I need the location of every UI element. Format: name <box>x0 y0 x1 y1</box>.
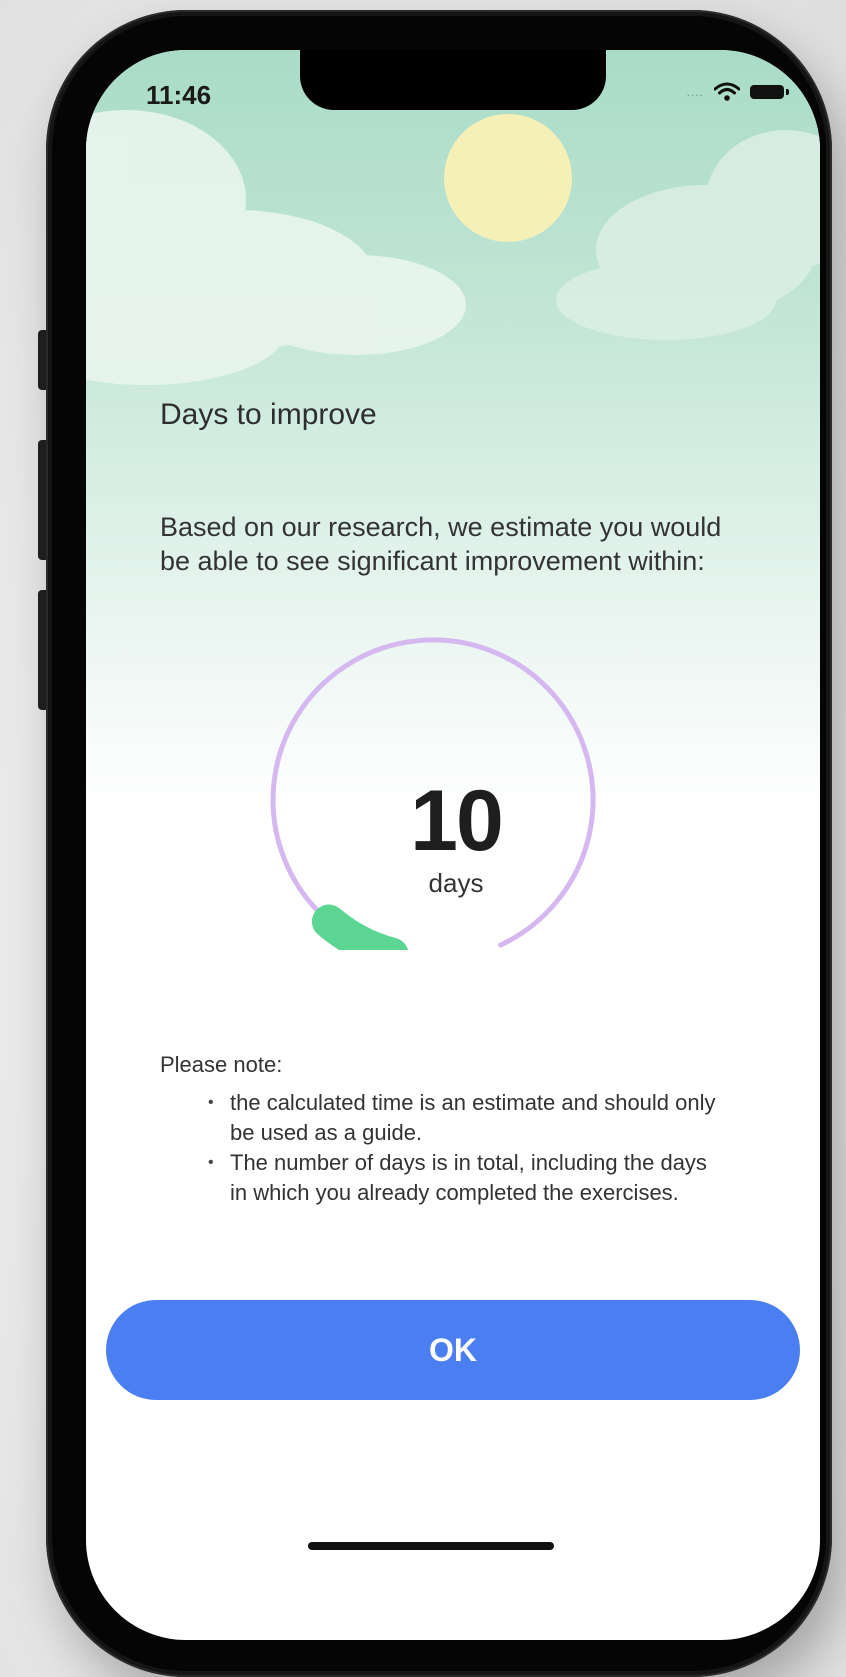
note-item: the calculated time is an estimate and s… <box>206 1088 726 1148</box>
volume-down-button <box>38 590 46 710</box>
notes-list: the calculated time is an estimate and s… <box>206 1088 726 1208</box>
days-unit: days <box>428 868 484 898</box>
note-item: The number of days is in total, includin… <box>206 1148 726 1208</box>
note-label: Please note: <box>160 1052 283 1077</box>
days-value: 10 <box>410 773 504 869</box>
ok-button[interactable]: OK <box>106 1300 800 1400</box>
phone-frame: 11:46 .... Days to improve Based on our … <box>38 10 832 1677</box>
silent-switch <box>38 330 46 390</box>
gauge-progress <box>311 904 408 950</box>
home-indicator[interactable] <box>308 1542 554 1550</box>
volume-up-button <box>38 440 46 560</box>
phone-screen: 11:46 .... Days to improve Based on our … <box>86 50 820 1640</box>
